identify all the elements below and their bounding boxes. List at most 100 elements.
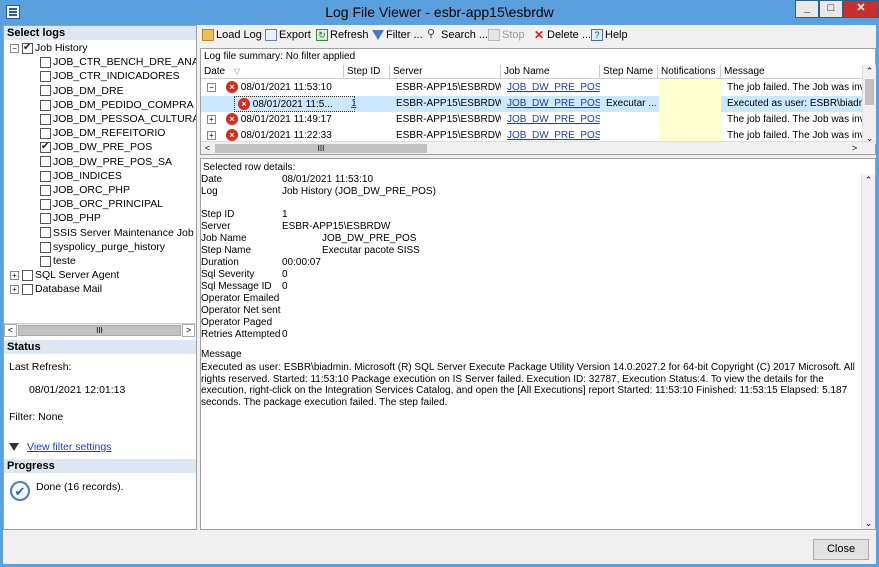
- tree-item[interactable]: syspolicy_purge_history: [40, 240, 165, 254]
- tree-item-label: JOB_INDICES: [53, 169, 122, 182]
- expand-icon[interactable]: +: [10, 270, 19, 280]
- search-button[interactable]: ⚲ Search ...: [427, 28, 488, 42]
- tree-checkbox[interactable]: [40, 113, 51, 125]
- collapse-icon[interactable]: −: [207, 83, 216, 92]
- progress-row: ✔ Done (16 records).: [10, 481, 202, 501]
- col-step-id[interactable]: Step ID: [344, 65, 390, 79]
- grid-horizontal-scrollbar[interactable]: < III >: [201, 141, 875, 154]
- tree-checkbox[interactable]: [40, 170, 51, 182]
- tree-checkbox[interactable]: [40, 198, 51, 210]
- tree-item[interactable]: JOB_DM_PESSOA_CULTURA: [40, 112, 196, 126]
- tree-item[interactable]: JOB_DW_PRE_POS_SA: [40, 155, 172, 169]
- tree-checkbox[interactable]: [22, 269, 33, 281]
- details-scroll-down-icon[interactable]: ⌄: [862, 517, 875, 529]
- scroll-left-arrow[interactable]: <: [4, 324, 17, 337]
- col-message[interactable]: Message: [721, 65, 862, 79]
- help-button[interactable]: ? Help: [591, 28, 628, 42]
- tree-checkbox[interactable]: [40, 140, 51, 154]
- tree-checkbox[interactable]: [22, 41, 33, 55]
- col-server[interactable]: Server: [390, 65, 501, 79]
- tree-item-label: JOB_DW_PRE_POS_SA: [53, 155, 173, 168]
- tree-item[interactable]: JOB_PHP: [40, 211, 101, 225]
- scroll-up-icon[interactable]: ⌃: [863, 65, 876, 77]
- tree-checkbox[interactable]: [40, 156, 51, 168]
- grid-hscroll-thumb[interactable]: III: [215, 144, 427, 153]
- col-date[interactable]: Date ▽: [201, 65, 344, 79]
- tree-item[interactable]: + Database Mail: [10, 282, 102, 296]
- tree-item[interactable]: JOB_DM_DRE: [40, 84, 124, 98]
- tree-item-label: SQL Server Agent: [35, 269, 120, 282]
- tree-item[interactable]: JOB_DW_PRE_POS: [40, 140, 152, 154]
- tree-checkbox[interactable]: [40, 213, 51, 225]
- expand-icon[interactable]: +: [10, 285, 19, 295]
- grid-cell: JOB_DW_PRE_POS: [504, 96, 600, 112]
- cell-job: JOB_DW_PRE_POS: [507, 82, 600, 93]
- tree-checkbox[interactable]: [40, 255, 51, 267]
- refresh-button[interactable]: ↻ Refresh: [316, 28, 369, 42]
- stop-button[interactable]: Stop: [488, 28, 525, 42]
- tree-item[interactable]: JOB_DM_REFEITORIO: [40, 126, 165, 140]
- tree-item[interactable]: JOB_ORC_PHP: [40, 183, 130, 197]
- log-grid: Log file summary: No filter applied Date…: [200, 48, 876, 155]
- tree-checkbox[interactable]: [40, 71, 51, 83]
- col-job-name[interactable]: Job Name: [501, 65, 600, 79]
- tree-item[interactable]: JOB_DM_PEDIDO_COMPRA: [40, 98, 194, 112]
- tree-item[interactable]: JOB_ORC_PRINCIPAL: [40, 197, 163, 211]
- close-button[interactable]: Close: [813, 539, 869, 560]
- tree-checkbox[interactable]: [40, 127, 51, 139]
- tree-checkbox[interactable]: [40, 56, 51, 68]
- tree-item[interactable]: JOB_CTR_INDICADORES: [40, 69, 180, 83]
- tree-checkbox[interactable]: [40, 241, 51, 253]
- load-log-button[interactable]: Load Log: [202, 28, 262, 42]
- detail-label: Sql Message ID: [201, 281, 272, 292]
- tree-item[interactable]: teste: [40, 254, 76, 268]
- grid-scroll-left-icon[interactable]: <: [201, 142, 214, 155]
- expand-icon[interactable]: +: [207, 115, 216, 124]
- table-row[interactable]: − × 08/01/2021 11:53:10 ESBR-APP15\ESBRDW J…: [201, 80, 862, 96]
- detail-value: ESBR-APP15\ESBRDW: [282, 221, 391, 232]
- grid-cell: [659, 112, 721, 128]
- delete-button[interactable]: ✕ Delete ...: [533, 28, 591, 42]
- minimize-button[interactable]: _: [795, 0, 819, 18]
- expand-icon[interactable]: +: [207, 131, 216, 140]
- tree-checkbox[interactable]: [40, 99, 51, 111]
- col-notifications[interactable]: Notifications: [658, 65, 721, 79]
- filter-button[interactable]: Filter ...: [372, 28, 423, 42]
- message-label: Message: [201, 349, 242, 360]
- tree-checkbox[interactable]: [40, 85, 51, 97]
- row-details-panel: Selected row details: Date 08/01/2021 11:…: [200, 158, 876, 530]
- grid-cell: [603, 80, 658, 96]
- grid-cell: ESBR-APP15\ESBRDW: [393, 80, 501, 96]
- tree-checkbox[interactable]: [40, 227, 51, 239]
- grid-vertical-scrollbar[interactable]: ⌃ ⌄: [862, 65, 876, 144]
- tree-checkbox[interactable]: [40, 184, 51, 196]
- scroll-thumb[interactable]: III: [18, 325, 181, 336]
- tree-item[interactable]: JOB_INDICES: [40, 169, 122, 183]
- tree-item[interactable]: JOB_CTR_BENCH_DRE_ANALISE: [40, 55, 196, 69]
- close-window-button[interactable]: ✕: [843, 0, 879, 18]
- export-button[interactable]: Export: [265, 28, 311, 42]
- details-vertical-scrollbar[interactable]: ⌃ ⌄: [861, 174, 875, 529]
- grid-cell: [348, 80, 390, 96]
- col-step-name[interactable]: Step Name: [600, 65, 658, 79]
- sort-down-icon: ▽: [233, 67, 241, 76]
- scroll-right-arrow[interactable]: >: [182, 324, 195, 337]
- table-row[interactable]: + × 08/01/2021 11:49:17 ESBR-APP15\ESBRDW J…: [201, 112, 862, 128]
- grid-vscroll-thumb[interactable]: [865, 79, 874, 105]
- collapse-icon[interactable]: −: [10, 43, 19, 53]
- filter-status: Filter: None: [9, 411, 64, 423]
- tree-item[interactable]: + SQL Server Agent: [10, 268, 119, 282]
- tree-item[interactable]: − Job History: [10, 41, 88, 55]
- maximize-button[interactable]: □: [819, 0, 843, 18]
- tree-checkbox[interactable]: [22, 284, 33, 296]
- detail-value: Executar pacote SISS: [322, 245, 420, 256]
- view-filter-settings-link[interactable]: View filter settings: [27, 441, 111, 453]
- grid-scroll-right-icon[interactable]: >: [848, 142, 861, 155]
- tree-item-label: JOB_CTR_INDICADORES: [53, 70, 180, 83]
- tree-horizontal-scrollbar[interactable]: < III >: [4, 323, 196, 337]
- details-scroll-up-icon[interactable]: ⌃: [862, 174, 875, 186]
- grid-cell: × 08/01/2021 11:5...: [234, 96, 355, 112]
- table-row[interactable]: × 08/01/2021 11:5... 1 ESBR-APP15\ESBRDW JO…: [201, 96, 862, 112]
- grid-cell: Executed as user: ESBR\biadmin.: [724, 96, 862, 112]
- tree-item[interactable]: SSIS Server Maintenance Job: [40, 226, 194, 240]
